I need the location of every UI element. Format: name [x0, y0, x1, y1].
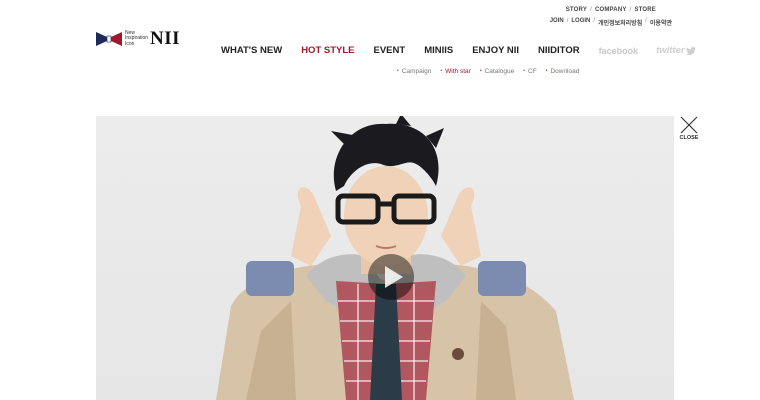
subnav-download[interactable]: Download	[546, 68, 579, 75]
subnav-with-star[interactable]: With star	[440, 68, 471, 75]
twitter-label: twitter	[656, 45, 685, 56]
nav-niiditor[interactable]: NIIDITOR	[538, 45, 580, 56]
facebook-link[interactable]: facebook	[599, 46, 639, 56]
sub-navigation: Campaign With star Catalogue CF Download	[397, 68, 588, 75]
terms-link[interactable]: 이용약관	[650, 18, 672, 27]
separator: /	[566, 18, 569, 24]
subnav-cf[interactable]: CF	[523, 68, 537, 75]
separator: /	[593, 18, 596, 24]
separator: /	[629, 7, 632, 13]
logo-tagline: New Inspiration Icon	[125, 30, 149, 48]
close-button[interactable]: CLOSE	[679, 116, 699, 146]
story-link[interactable]: STORY	[566, 7, 587, 13]
subnav-catalogue[interactable]: Catalogue	[480, 68, 515, 75]
subnav-campaign[interactable]: Campaign	[397, 68, 432, 75]
privacy-policy-link[interactable]: 개인정보처리방침	[598, 18, 642, 27]
account-links: JOIN / LOGIN / 개인정보처리방침 / 이용약관	[550, 18, 672, 27]
nav-enjoy-nii[interactable]: ENJOY NII	[472, 45, 519, 56]
nav-whats-new[interactable]: WHAT'S NEW	[221, 45, 282, 56]
twitter-link[interactable]: twitter	[656, 45, 696, 56]
close-icon	[680, 116, 698, 134]
separator: /	[645, 18, 647, 24]
main-navigation: WHAT'S NEW HOT STYLE EVENT MINIIS ENJOY …	[221, 45, 696, 56]
video-player[interactable]	[96, 116, 674, 400]
logo-wordmark: NII	[150, 28, 181, 49]
tagline-line: Icon	[125, 40, 135, 47]
company-link[interactable]: COMPANY	[595, 7, 627, 13]
close-label: CLOSE	[679, 135, 699, 141]
separator: /	[590, 7, 592, 13]
nav-miniis[interactable]: MINIIS	[424, 45, 453, 56]
login-link[interactable]: LOGIN	[571, 18, 590, 27]
utility-links: STORY / COMPANY / STORE	[566, 7, 656, 13]
twitter-bird-icon	[685, 46, 696, 55]
join-link[interactable]: JOIN	[550, 18, 564, 27]
play-icon[interactable]	[367, 253, 415, 301]
store-link[interactable]: STORE	[634, 7, 656, 13]
nav-event[interactable]: EVENT	[374, 45, 406, 56]
nii-logo[interactable]: New Inspiration Icon NII	[96, 28, 200, 50]
bowtie-logo-icon	[96, 32, 122, 46]
nav-hot-style[interactable]: HOT STYLE	[301, 45, 354, 56]
